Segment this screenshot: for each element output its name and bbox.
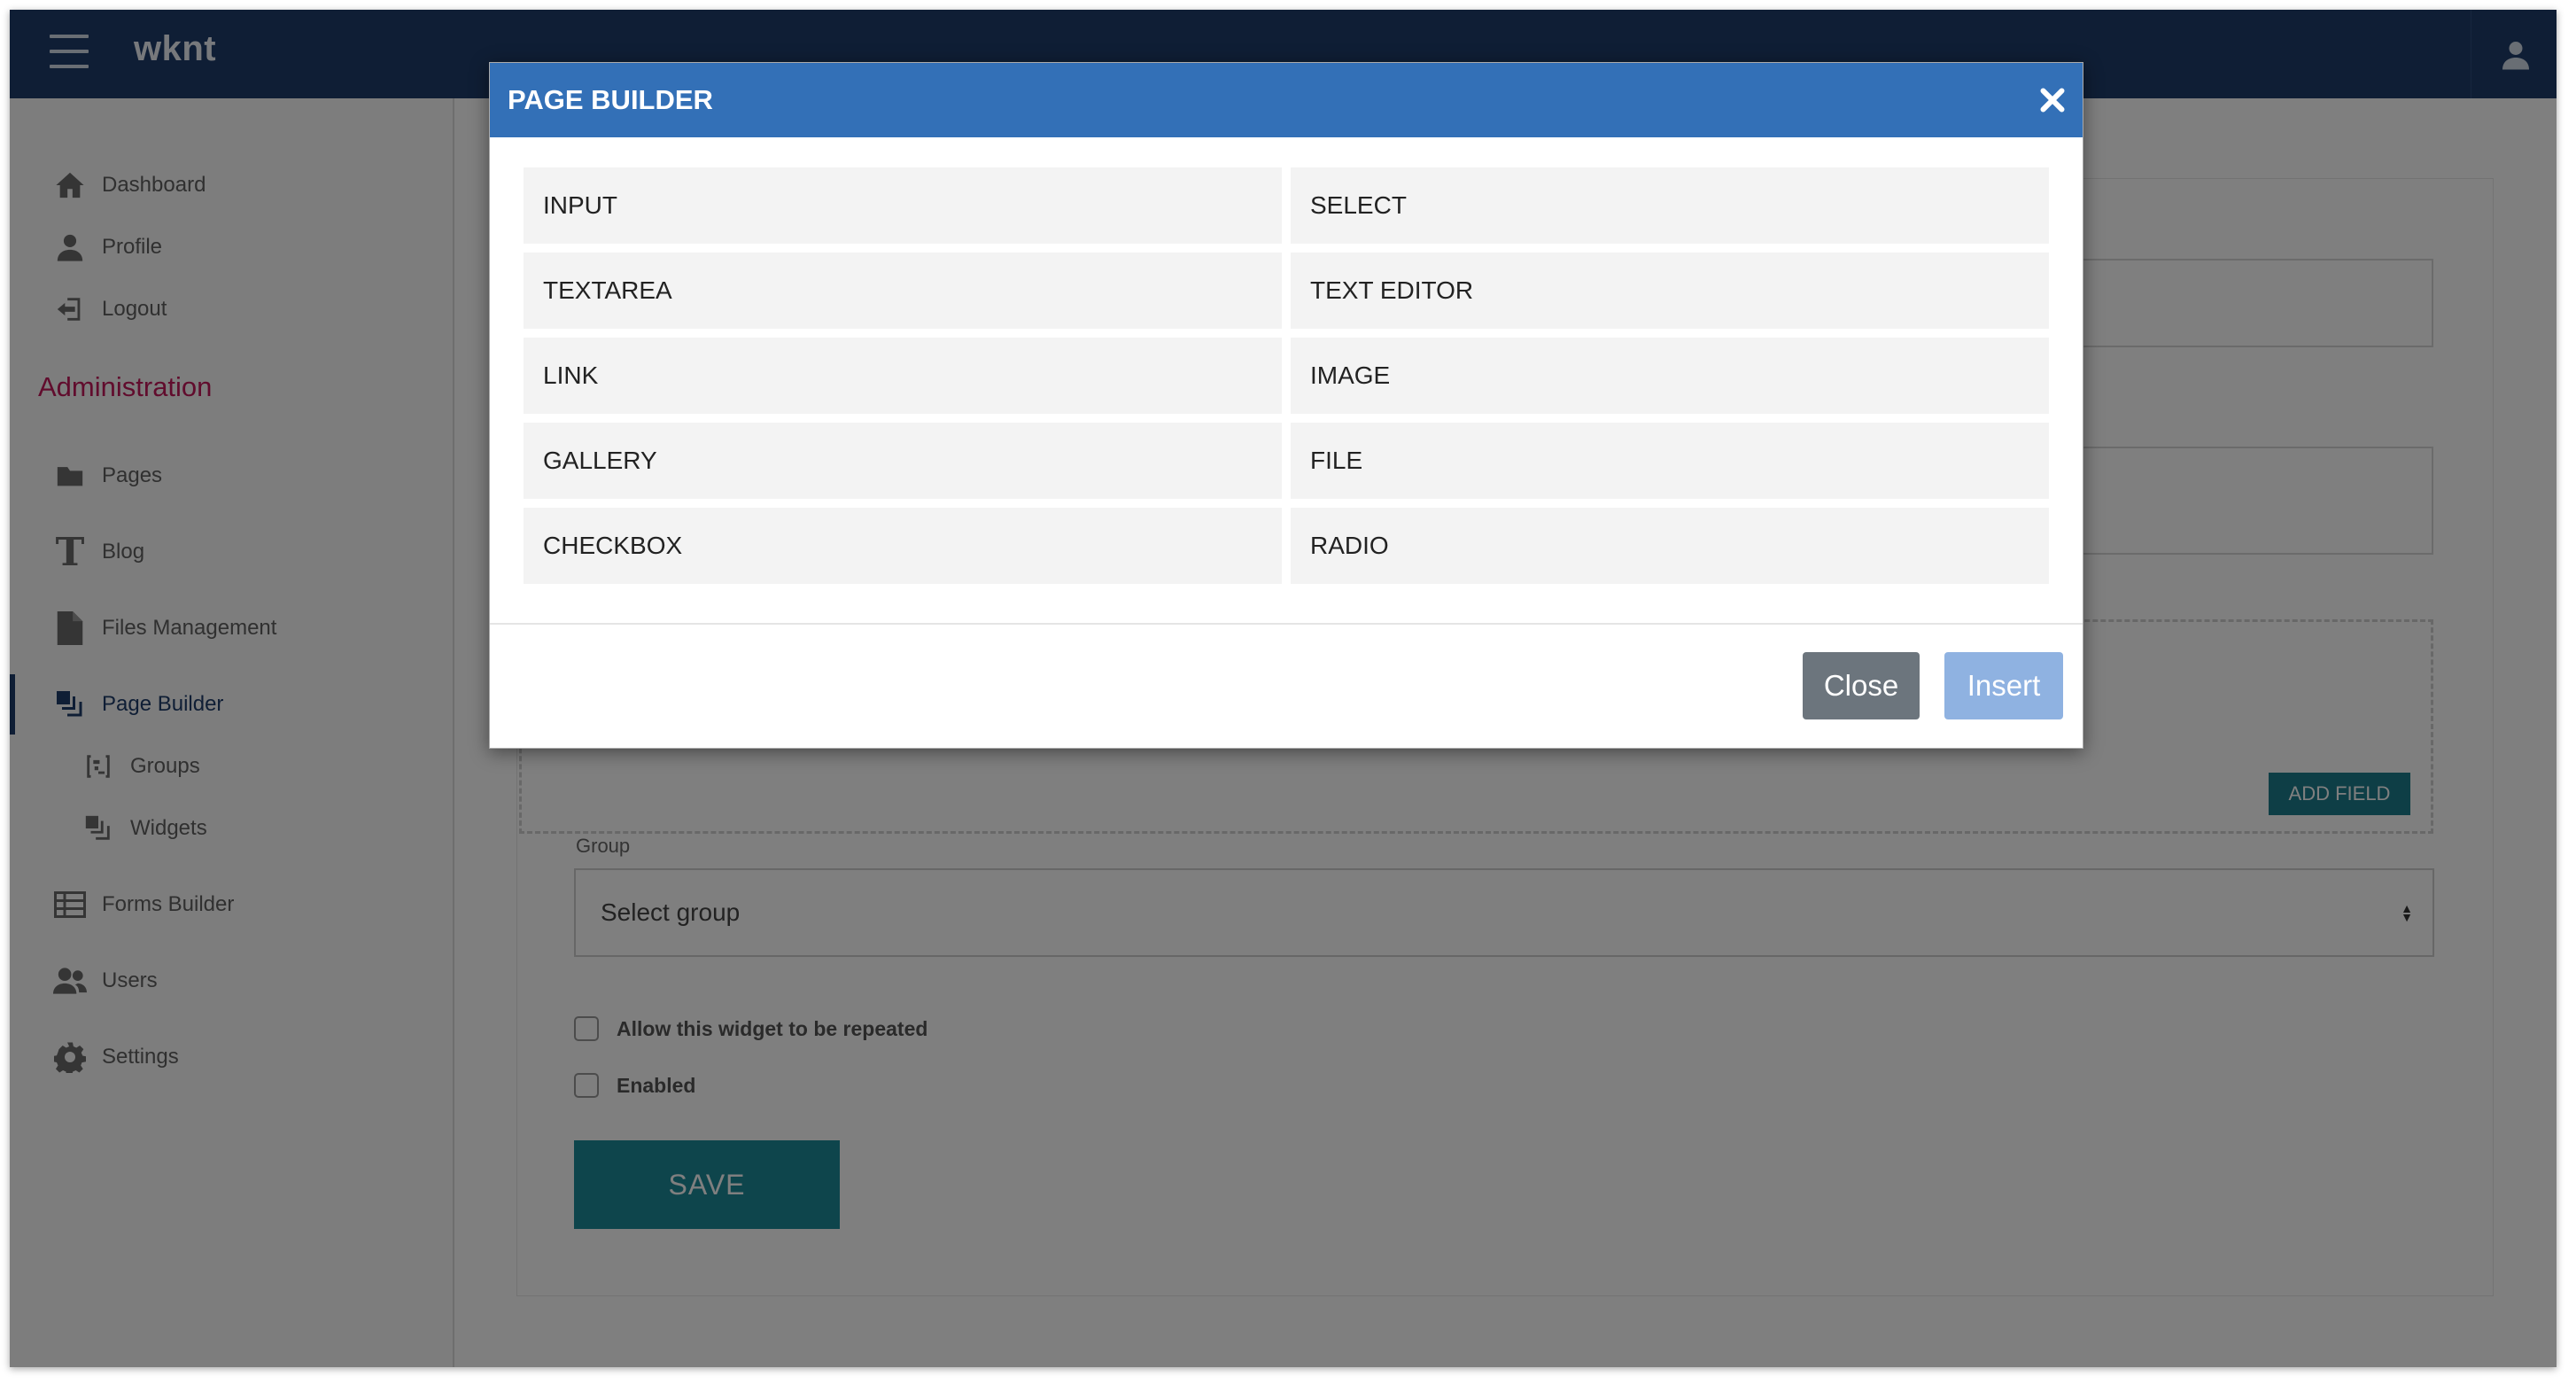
modal-title: PAGE BUILDER <box>508 84 713 115</box>
option-text-editor[interactable]: TEXT EDITOR <box>1291 253 2049 329</box>
option-gallery[interactable]: GALLERY <box>524 423 1282 499</box>
modal-footer-divider <box>490 623 2083 625</box>
close-icon[interactable] <box>2037 84 2068 116</box>
option-radio[interactable]: RADIO <box>1291 508 2049 584</box>
modal-header: PAGE BUILDER <box>490 63 2083 137</box>
option-textarea[interactable]: TEXTAREA <box>524 253 1282 329</box>
option-link[interactable]: LINK <box>524 338 1282 414</box>
option-select[interactable]: SELECT <box>1291 167 2049 244</box>
page-builder-modal: PAGE BUILDER INPUT SELECT TEXTAREA TEXT … <box>489 62 2083 749</box>
option-file[interactable]: FILE <box>1291 423 2049 499</box>
option-image[interactable]: IMAGE <box>1291 338 2049 414</box>
insert-button[interactable]: Insert <box>1944 652 2063 719</box>
option-input[interactable]: INPUT <box>524 167 1282 244</box>
option-checkbox[interactable]: CHECKBOX <box>524 508 1282 584</box>
close-button[interactable]: Close <box>1803 652 1920 719</box>
app-window: wknt Dashboard Profile Logout Administr <box>10 10 2557 1367</box>
